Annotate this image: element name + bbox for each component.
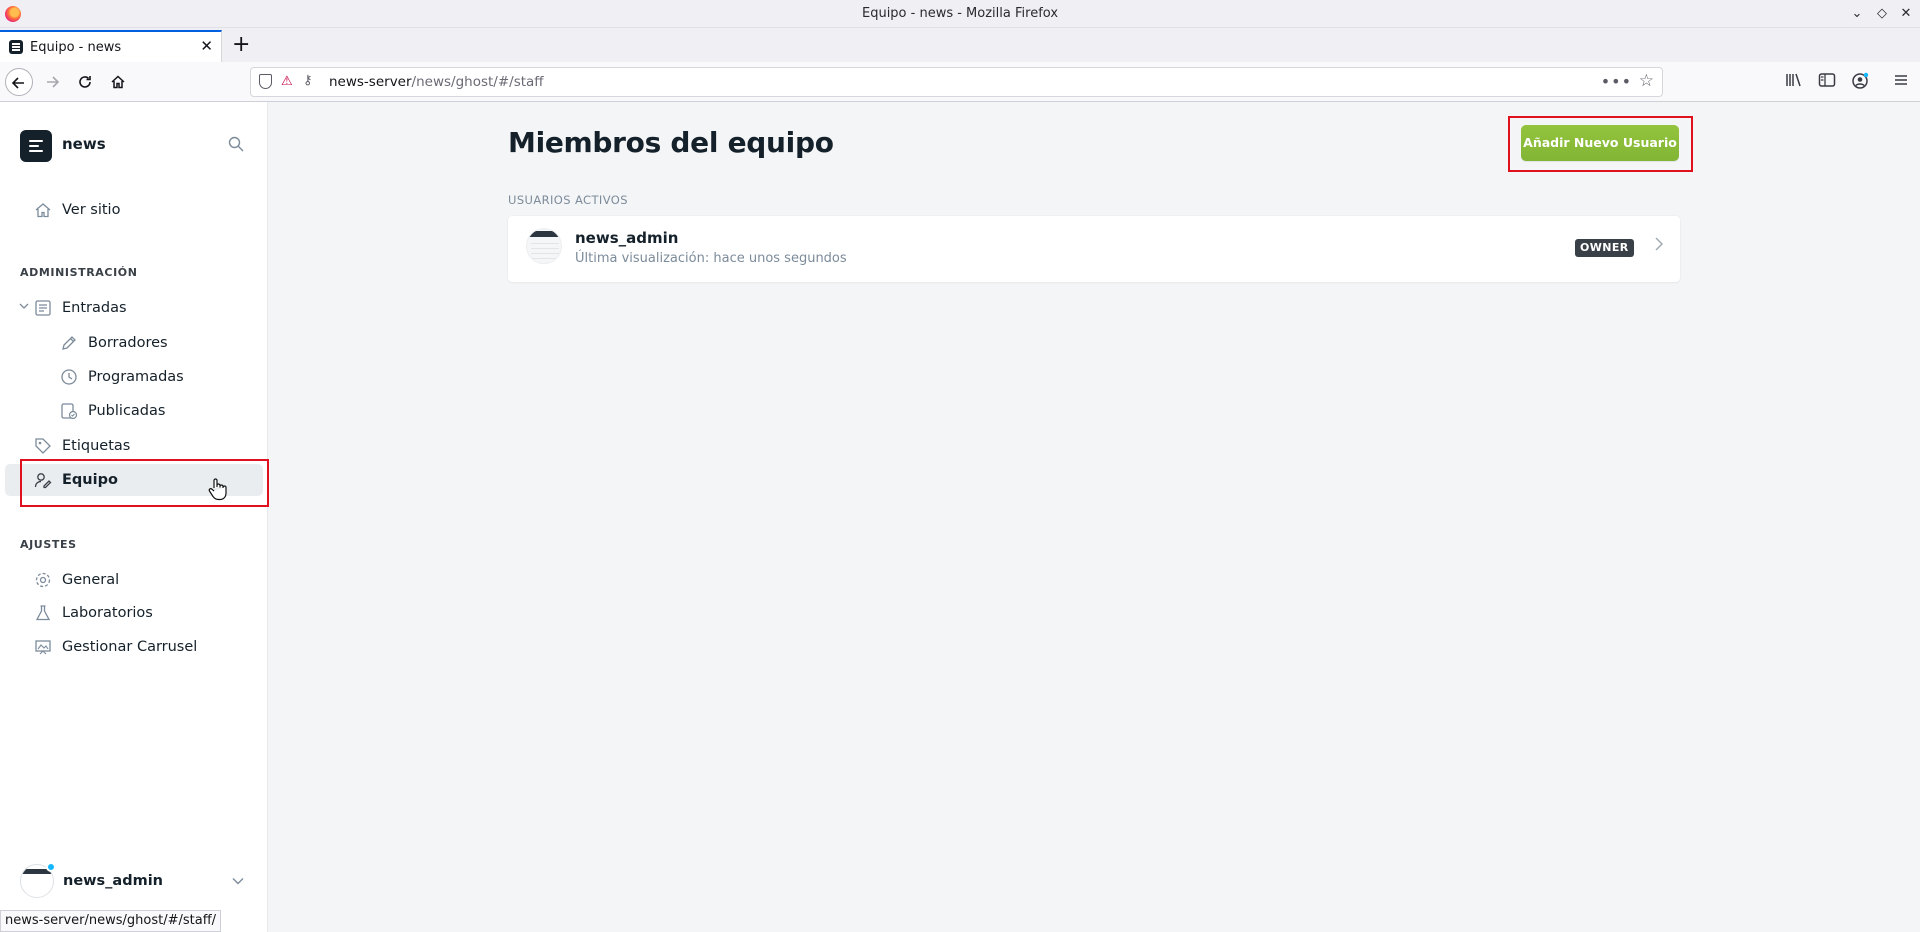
tracking-shield-icon[interactable] xyxy=(259,74,272,89)
insecure-connection-icon[interactable]: ⚠ xyxy=(281,74,293,89)
page-actions-icon[interactable]: ••• xyxy=(1601,72,1632,91)
forward-arrow-icon xyxy=(47,76,60,88)
nav-label: Laboratorios xyxy=(62,605,153,621)
annotation-highlight-staff xyxy=(20,459,269,507)
back-arrow-icon xyxy=(11,77,24,89)
admin-sidebar: news Ver sitio ADMINISTRACIÓN Entradas B… xyxy=(0,102,268,932)
address-bar[interactable]: ⚠ ⚷ news-server/news/ghost/#/staff ••• ☆ xyxy=(250,67,1663,97)
status-url: news-server/news/ghost/#/staff/ xyxy=(0,910,222,932)
nav-carousel[interactable]: Gestionar Carrusel xyxy=(34,637,197,657)
avatar xyxy=(526,228,562,264)
settings-section-heading: AJUSTES xyxy=(20,538,77,551)
user-name: news_admin xyxy=(575,229,679,247)
admin-section-heading: ADMINISTRACIÓN xyxy=(20,266,138,279)
maximize-icon[interactable]: ◇ xyxy=(1872,4,1892,24)
house-icon xyxy=(35,203,51,218)
nav-label: Entradas xyxy=(62,300,127,316)
role-badge: OWNER xyxy=(1575,239,1634,257)
reload-button[interactable] xyxy=(71,68,99,96)
minimize-icon[interactable]: ⌄ xyxy=(1847,4,1867,24)
user-name: news_admin xyxy=(63,873,163,889)
user-menu[interactable]: news_admin xyxy=(20,862,250,900)
tag-icon xyxy=(35,438,51,454)
window-titlebar: Equipo - news - Mozilla Firefox ⌄ ◇ ✕ xyxy=(0,0,1920,28)
nav-label: Programadas xyxy=(88,369,184,385)
active-users-heading: USUARIOS ACTIVOS xyxy=(508,193,628,207)
notification-dot-icon xyxy=(46,862,56,872)
site-logo-icon[interactable] xyxy=(20,130,52,162)
url-host: news-server xyxy=(329,74,412,90)
search-icon[interactable] xyxy=(228,136,244,152)
close-tab-icon[interactable]: ✕ xyxy=(200,37,213,55)
carousel-icon xyxy=(35,640,51,655)
sidebar-toggle-icon[interactable] xyxy=(1818,72,1836,92)
nav-scheduled[interactable]: Programadas xyxy=(60,367,184,387)
ghost-favicon-icon xyxy=(9,40,23,54)
account-icon[interactable] xyxy=(1851,72,1869,94)
chevron-down-icon[interactable] xyxy=(232,874,244,888)
clock-icon xyxy=(61,369,77,385)
window-title: Equipo - news - Mozilla Firefox xyxy=(861,6,1059,21)
published-icon xyxy=(61,403,78,420)
chevron-right-icon xyxy=(1654,236,1664,256)
page-title: Miembros del equipo xyxy=(508,126,834,159)
nav-label: Gestionar Carrusel xyxy=(62,639,198,655)
tab-strip: Equipo - news ✕ + xyxy=(0,28,1920,62)
nav-label: General xyxy=(62,572,120,588)
bookmark-star-icon[interactable]: ☆ xyxy=(1639,71,1654,91)
flask-icon xyxy=(35,605,51,621)
browser-tab[interactable]: Equipo - news ✕ xyxy=(0,30,222,62)
tab-title: Equipo - news xyxy=(30,40,122,55)
gear-icon xyxy=(35,572,51,588)
home-button[interactable] xyxy=(104,68,132,96)
nav-label: Etiquetas xyxy=(62,438,131,454)
close-window-icon[interactable]: ✕ xyxy=(1896,4,1916,24)
nav-label: Publicadas xyxy=(88,403,166,419)
posts-icon xyxy=(35,300,51,316)
key-icon[interactable]: ⚷ xyxy=(303,73,313,88)
back-button[interactable] xyxy=(5,68,33,96)
annotation-highlight-add-button xyxy=(1508,116,1693,172)
collapse-caret-icon[interactable] xyxy=(19,302,29,313)
url-text[interactable]: news-server/news/ghost/#/staff xyxy=(329,74,544,90)
nav-view-site[interactable]: Ver sitio xyxy=(34,200,120,220)
nav-posts[interactable]: Entradas xyxy=(34,298,127,318)
home-icon xyxy=(111,75,125,89)
navigation-toolbar: ⚠ ⚷ news-server/news/ghost/#/staff ••• ☆ xyxy=(0,62,1920,102)
pencil-icon xyxy=(62,336,76,350)
nav-label: Ver sitio xyxy=(62,202,121,218)
url-path: /news/ghost/#/staff xyxy=(411,74,544,90)
last-seen-text: Última visualización: hace unos segundos xyxy=(575,251,847,266)
main-content: Miembros del equipo Añadir Nuevo Usuario… xyxy=(268,102,1920,932)
nav-general[interactable]: General xyxy=(34,570,119,590)
reload-icon xyxy=(79,76,91,88)
site-name[interactable]: news xyxy=(62,135,106,153)
menu-hamburger-icon[interactable] xyxy=(1893,72,1909,92)
nav-label: Borradores xyxy=(88,335,168,351)
nav-drafts[interactable]: Borradores xyxy=(60,333,168,353)
forward-button[interactable] xyxy=(38,68,66,96)
hand-cursor-icon xyxy=(208,478,227,501)
library-icon[interactable] xyxy=(1785,72,1803,92)
nav-labs[interactable]: Laboratorios xyxy=(34,603,153,623)
user-list-item[interactable]: news_admin Última visualización: hace un… xyxy=(508,216,1680,282)
nav-tags[interactable]: Etiquetas xyxy=(34,436,130,456)
nav-published[interactable]: Publicadas xyxy=(60,401,165,421)
new-tab-button[interactable]: + xyxy=(232,32,250,57)
